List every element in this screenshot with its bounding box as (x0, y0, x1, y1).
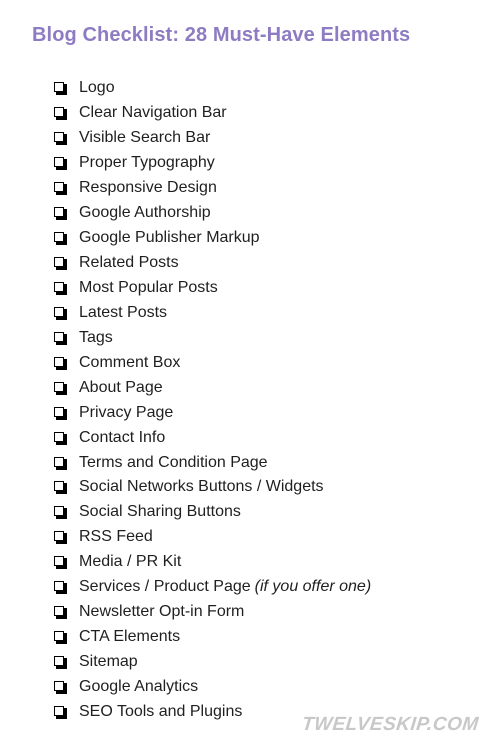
checkbox-icon[interactable] (54, 431, 67, 445)
checklist-item[interactable]: Clear Navigation Bar (54, 101, 371, 126)
checkbox-icon[interactable] (54, 705, 67, 719)
checkbox-icon[interactable] (54, 656, 67, 670)
checklist-item-label: Proper Typography (79, 154, 215, 172)
checkbox-icon[interactable] (54, 680, 67, 694)
checklist-item-label: Most Popular Posts (79, 278, 218, 296)
checklist-item-label: Related Posts (79, 254, 179, 272)
checklist-item[interactable]: Google Authorship (54, 201, 371, 226)
checkbox-icon[interactable] (54, 506, 67, 520)
checklist-item-label: Responsive Design (79, 179, 217, 197)
checklist-item-label: Logo (79, 79, 115, 97)
checklist-item-label: About Page (79, 378, 163, 396)
checklist-item[interactable]: Logo (54, 76, 371, 101)
checklist-item[interactable]: Privacy Page (54, 400, 371, 425)
checklist-item[interactable]: Most Popular Posts (54, 276, 371, 301)
checklist-item[interactable]: About Page (54, 375, 371, 400)
checkbox-icon[interactable] (54, 82, 67, 96)
checklist-item-label: RSS Feed (79, 528, 153, 546)
watermark: TWELVESKIP.COM (301, 714, 481, 735)
checklist-item-note: (if you offer one) (254, 578, 372, 596)
checkbox-icon[interactable] (54, 531, 67, 545)
checklist-item[interactable]: CTA Elements (54, 625, 371, 650)
checkbox-icon[interactable] (54, 606, 67, 620)
checklist-item-label: Social Sharing Buttons (79, 503, 241, 521)
checkbox-icon[interactable] (54, 356, 67, 370)
checklist-item-label: Privacy Page (79, 403, 174, 421)
checklist-item[interactable]: Related Posts (54, 251, 371, 276)
checkbox-icon[interactable] (54, 207, 67, 221)
checklist-item-label: Tags (79, 328, 113, 346)
checklist-item[interactable]: Comment Box (54, 350, 371, 375)
checklist-item[interactable]: Visible Search Bar (54, 126, 371, 151)
checklist-item-label: Sitemap (79, 653, 138, 671)
checklist-item-label: Social Networks Buttons / Widgets (79, 478, 324, 496)
checkbox-icon[interactable] (54, 331, 67, 345)
checklist-item[interactable]: Social Sharing Buttons (54, 500, 371, 525)
checklist-item[interactable]: Newsletter Opt-in Form (54, 600, 371, 625)
checkbox-icon[interactable] (54, 631, 67, 645)
checklist-item[interactable]: Media / PR Kit (54, 550, 371, 575)
checklist-item-label: Google Publisher Markup (79, 229, 260, 247)
page-title: Blog Checklist: 28 Must-Have Elements (32, 24, 411, 46)
checklist-item-label: Latest Posts (79, 303, 168, 321)
checklist-item-label: Newsletter Opt-in Form (79, 603, 245, 621)
checkbox-icon[interactable] (54, 581, 67, 595)
checklist-item[interactable]: Proper Typography (54, 151, 371, 176)
checklist-item[interactable]: Social Networks Buttons / Widgets (54, 475, 371, 500)
checklist-item-label: CTA Elements (79, 628, 181, 646)
checklist-item-label: Services / Product Page (79, 578, 251, 596)
checkbox-icon[interactable] (54, 107, 67, 121)
checklist-item[interactable]: Terms and Condition Page (54, 450, 371, 475)
checklist-item-label: Visible Search Bar (79, 129, 211, 147)
checklist-item[interactable]: Contact Info (54, 425, 371, 450)
checklist-item-label: Google Authorship (79, 204, 211, 222)
checkbox-icon[interactable] (54, 157, 67, 171)
checklist-item[interactable]: Responsive Design (54, 176, 371, 201)
checkbox-icon[interactable] (54, 132, 67, 146)
checklist-item-label: Media / PR Kit (79, 553, 182, 571)
checkbox-icon[interactable] (54, 182, 67, 196)
checkbox-icon[interactable] (54, 257, 67, 271)
checklist-item-label: Contact Info (79, 428, 166, 446)
checklist-item-label: SEO Tools and Plugins (79, 702, 243, 720)
checklist: Logo Clear Navigation Bar Visible Search B… (54, 76, 371, 724)
checklist-item[interactable]: Google Publisher Markup (54, 226, 371, 251)
checkbox-icon[interactable] (54, 456, 67, 470)
checklist-item[interactable]: Google Analytics (54, 675, 371, 700)
checkbox-icon[interactable] (54, 406, 67, 420)
checkbox-icon[interactable] (54, 481, 67, 495)
checklist-item[interactable]: Latest Posts (54, 300, 371, 325)
checklist-item-label: Google Analytics (79, 677, 199, 695)
checkbox-icon[interactable] (54, 381, 67, 395)
checklist-item[interactable]: RSS Feed (54, 525, 371, 550)
checkbox-icon[interactable] (54, 281, 67, 295)
checkbox-icon[interactable] (54, 556, 67, 570)
checklist-item-label: Terms and Condition Page (79, 453, 268, 471)
checklist-item-label: Comment Box (79, 353, 181, 371)
checkbox-icon[interactable] (54, 306, 67, 320)
checkbox-icon[interactable] (54, 232, 67, 246)
checklist-item[interactable]: Sitemap (54, 650, 371, 675)
checklist-item-label: Clear Navigation Bar (79, 104, 227, 122)
checklist-item[interactable]: Services / Product Page (if you offer one… (54, 575, 371, 600)
checklist-item[interactable]: Tags (54, 325, 371, 350)
